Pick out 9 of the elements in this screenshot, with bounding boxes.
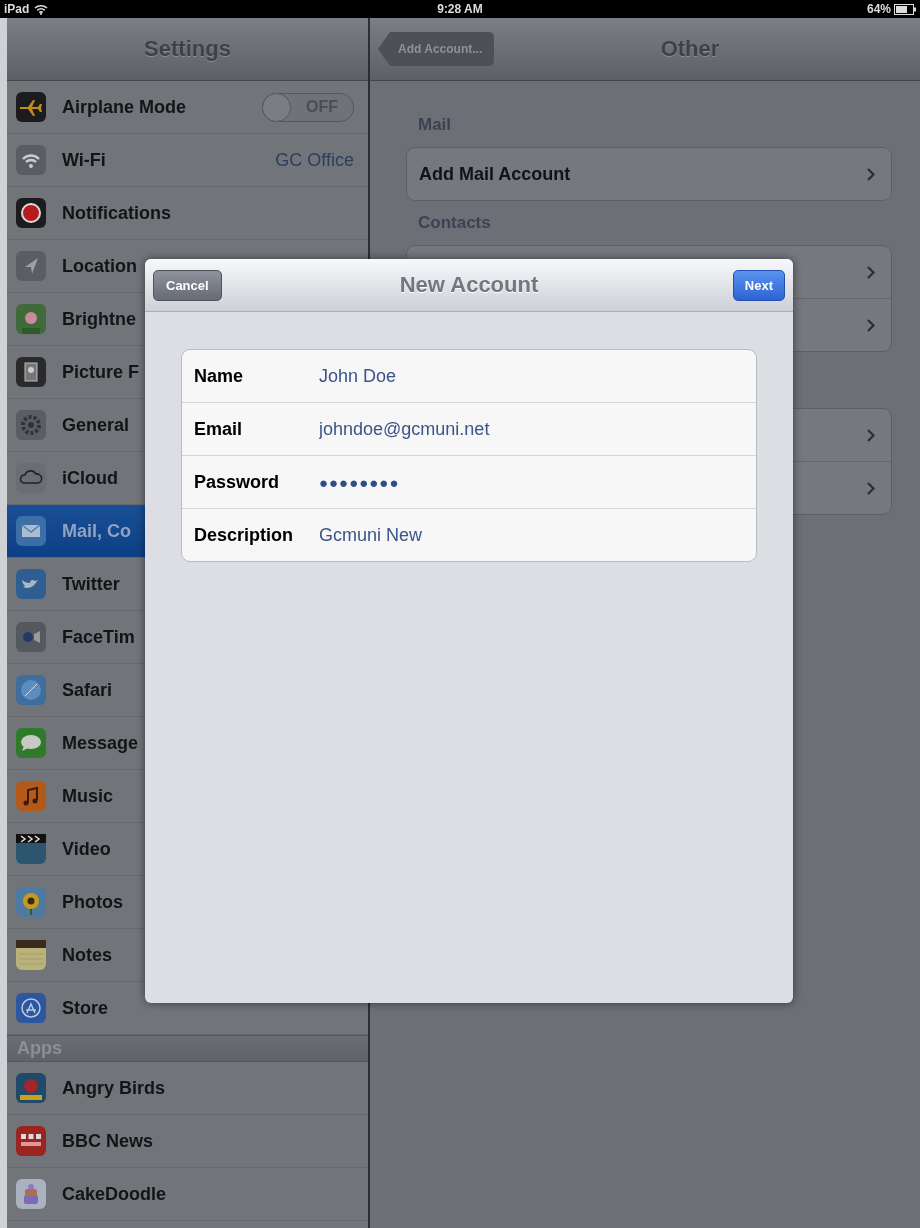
device-name: iPad bbox=[4, 2, 30, 16]
field-label: Description bbox=[194, 524, 295, 546]
clock-time: 9:28 AM bbox=[437, 2, 483, 16]
sheet-title: New Account bbox=[399, 272, 539, 297]
battery-percentage: 64% bbox=[866, 2, 891, 16]
field-label: Email bbox=[194, 418, 244, 440]
field-label: Name bbox=[194, 365, 245, 387]
field-label: Password bbox=[194, 471, 281, 493]
row-value: GC Office bbox=[275, 149, 354, 171]
